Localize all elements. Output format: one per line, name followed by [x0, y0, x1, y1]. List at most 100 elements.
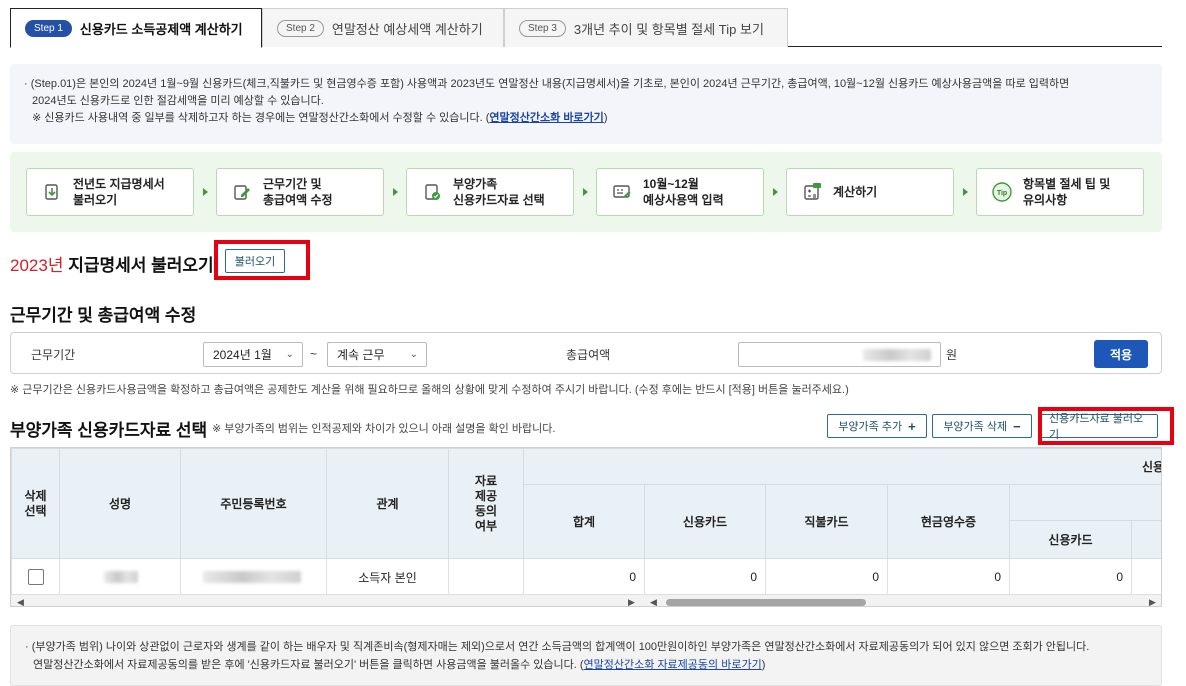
tab-step2[interactable]: Step 2 연말정산 예상세액 계산하기: [262, 8, 504, 47]
period-form-row: 근무기간 2024년 1월 ⌄ ~ 계속 근무 ⌄ 총급여액 원 적용: [10, 332, 1162, 374]
process-step-label: 항목별 절세 팁 및 유의사항: [1023, 177, 1111, 207]
consent-link[interactable]: 연말정산간소화 자료제공동의 바로가기: [584, 659, 762, 671]
process-step-label: 전년도 지급명세서 불러오기: [73, 177, 165, 207]
tip-icon: Tip: [991, 181, 1013, 203]
col-sub-extra: [1130, 520, 1161, 559]
apply-button[interactable]: 적용: [1094, 340, 1148, 368]
col-name: 성명: [59, 448, 181, 559]
end-month-select[interactable]: 계속 근무 ⌄: [327, 342, 427, 367]
tab-label: 3개년 추이 및 항목별 절세 Tip 보기: [573, 21, 764, 37]
info-text: ): [761, 659, 766, 671]
period-label: 근무기간: [31, 348, 76, 362]
col-debit-card: 직불카드: [765, 484, 888, 559]
scrollbar-thumb[interactable]: [666, 599, 866, 606]
info-line: 2024년도 신용카드로 인한 절감세액을 미리 예상할 수 있습니다.: [32, 95, 324, 107]
minus-icon: −: [1013, 418, 1021, 434]
redacted-rrn: [203, 571, 301, 583]
col-credit-card: 신용카드: [644, 484, 766, 559]
col-group-credit: 신용: [522, 448, 1161, 485]
arrow-right-icon: [203, 188, 208, 196]
document-import-icon: [41, 181, 63, 203]
redacted-name: [104, 571, 138, 583]
statement-title: 2023년 지급명세서 불러오기: [10, 251, 214, 276]
svg-text:Tip: Tip: [997, 190, 1007, 197]
currency-unit: 원: [946, 348, 958, 362]
process-step-tip: Tip 항목별 절세 팁 및 유의사항: [976, 168, 1144, 216]
tab-label: 연말정산 예상세액 계산하기: [331, 21, 483, 37]
col-subgroup: [1008, 484, 1161, 521]
info-text: ※ 신용카드 사용내역 중 일부를 삭제하고자 하는 경우에는 연말정산간소화에…: [32, 112, 490, 124]
tab-step1[interactable]: Step 1 신용카드 소득공제액 계산하기: [10, 8, 262, 48]
select-value: 계속 근무: [337, 348, 385, 362]
col-sub-credit-card: 신용카드: [1009, 520, 1132, 559]
horizontal-scrollbar[interactable]: ◀ ▶ ◀ ▶: [11, 594, 1161, 606]
period-note: ※ 근무기간은 신용카드사용금액을 확정하고 총급여액은 공제한도 계산을 위해…: [10, 384, 849, 396]
row-consent: [448, 558, 524, 596]
redacted-value: [863, 349, 931, 361]
intro-info-box: · (Step.01)은 본인의 2024년 1월~9월 신용카드(체크,직불카…: [10, 64, 1162, 144]
process-step-calc: 계산하기: [786, 168, 954, 216]
row-checkbox[interactable]: [27, 569, 44, 585]
row-name-cell: [59, 558, 181, 596]
scroll-right-icon[interactable]: ▶: [628, 597, 635, 606]
add-dependent-button[interactable]: 부양가족 추가 +: [827, 414, 927, 438]
dependents-table: 삭제 선택 성명 주민등록번호 관계 자료 제공 동의 여부 신용 합계 신용카…: [10, 447, 1162, 607]
col-relation: 관계: [326, 448, 449, 559]
info-line: 연말정산간소화에서 자료제공동의를 받은 후에 '신용카드자료 불러오기' 버튼…: [25, 656, 1147, 674]
row-debit: 0: [765, 558, 888, 596]
highlight-frame: [1038, 407, 1174, 445]
process-step-label: 계산하기: [833, 185, 878, 199]
delete-dependent-button[interactable]: 부양가족 삭제 −: [932, 414, 1032, 438]
select-value: 2024년 1월: [213, 348, 272, 362]
process-steps: 전년도 지급명세서 불러오기 근무기간 및 총급여액 수정 부양가족 신용카드자…: [10, 152, 1162, 232]
row-rrn-cell: [180, 558, 327, 596]
dependents-title: 부양가족 신용카드자료 선택: [10, 421, 208, 440]
row-select-cell: [11, 558, 60, 596]
process-step-label: 10월~12월 예상사용액 입력: [643, 177, 724, 207]
start-month-select[interactable]: 2024년 1월 ⌄: [203, 342, 303, 367]
step-badge: Step 3: [519, 19, 566, 37]
dependents-subnote: ※ 부양가족의 범위는 인적공제와 차이가 있으니 아래 설명을 확인 바랍니다…: [212, 423, 556, 435]
tab-step3[interactable]: Step 3 3개년 추이 및 항목별 절세 Tip 보기: [504, 8, 788, 47]
button-label: 부양가족 삭제: [943, 421, 1008, 433]
arrow-right-icon: [393, 188, 398, 196]
row-cash: 0: [887, 558, 1010, 596]
col-cash-receipt: 현금영수증: [887, 484, 1010, 559]
scroll-left-icon[interactable]: ◀: [17, 597, 24, 606]
info-line: · (부양가족 범위) 나이와 상관없이 근로자와 생계를 같이 하는 배우자 …: [25, 641, 1090, 653]
col-consent: 자료 제공 동의 여부: [448, 448, 524, 559]
arrow-right-icon: [583, 188, 588, 196]
scroll-right-icon[interactable]: ▶: [1149, 597, 1156, 606]
scroll-left-icon[interactable]: ◀: [650, 597, 657, 606]
col-total: 합계: [523, 484, 645, 559]
chevron-down-icon: ⌄: [285, 349, 294, 360]
card-check-icon: [421, 181, 443, 203]
statement-title-text: 지급명세서 불러오기: [63, 256, 214, 275]
statement-year: 2023년: [10, 256, 64, 275]
dependents-info-box: · (부양가족 범위) 나이와 상관없이 근로자와 생계를 같이 하는 배우자 …: [10, 625, 1162, 686]
edit-icon: [231, 181, 253, 203]
arrow-right-icon: [963, 188, 968, 196]
col-rrn: 주민등록번호: [180, 448, 327, 559]
salary-label: 총급여액: [566, 348, 611, 362]
row-credit: 0: [644, 558, 766, 596]
plus-icon: +: [908, 418, 916, 434]
process-step-edit: 근무기간 및 총급여액 수정: [216, 168, 384, 216]
simplified-link[interactable]: 연말정산간소화 바로가기: [489, 112, 603, 124]
highlight-frame: [214, 240, 310, 280]
card-input-icon: [611, 181, 633, 203]
col-delete-select: 삭제 선택: [11, 448, 60, 559]
period-title: 근무기간 및 총급여액 수정: [10, 306, 197, 325]
row-extra: [1130, 558, 1161, 596]
info-text: ): [603, 112, 608, 124]
row-total: 0: [523, 558, 645, 596]
salary-input[interactable]: [738, 342, 941, 367]
step-badge: Step 2: [277, 19, 324, 37]
tilde-separator: ~: [310, 347, 318, 361]
calculator-icon: [801, 181, 823, 203]
info-line: ※ 신용카드 사용내역 중 일부를 삭제하고자 하는 경우에는 연말정산간소화에…: [24, 110, 1148, 127]
info-text: 연말정산간소화에서 자료제공동의를 받은 후에 '신용카드자료 불러오기' 버튼…: [33, 659, 584, 671]
process-step-input: 10월~12월 예상사용액 입력: [596, 168, 764, 216]
button-label: 부양가족 추가: [838, 421, 903, 433]
chevron-down-icon: ⌄: [409, 349, 418, 360]
